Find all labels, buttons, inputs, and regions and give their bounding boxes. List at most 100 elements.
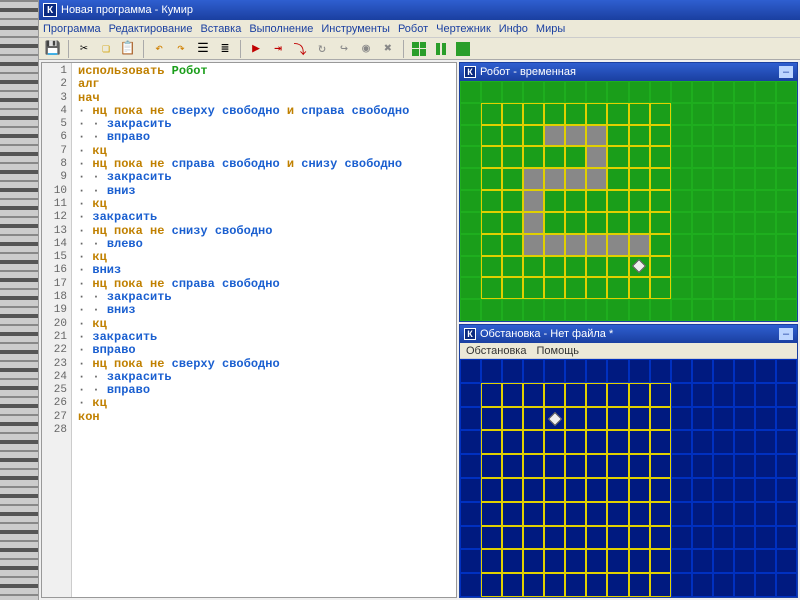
copy-button[interactable]: ❏ — [96, 39, 116, 59]
code-line[interactable]: · нц пока не сверху свободно — [78, 358, 452, 371]
menu-item-миры[interactable]: Миры — [536, 23, 565, 35]
grid-cell — [502, 125, 523, 147]
grid-cell — [692, 125, 713, 147]
grid-cell — [607, 146, 628, 168]
list2-button[interactable]: ≣ — [215, 39, 235, 59]
grid-cell — [734, 190, 755, 212]
grid-cell — [629, 125, 650, 147]
grid-cell — [776, 502, 797, 526]
menu-item-программа[interactable]: Программа — [43, 23, 101, 35]
grid-cell — [502, 359, 523, 383]
paste-button[interactable]: 📋 — [118, 39, 138, 59]
menu-item-чертежник[interactable]: Чертежник — [436, 23, 491, 35]
menu-item-выполнение[interactable]: Выполнение — [249, 23, 313, 35]
grid-cell — [776, 277, 797, 299]
menu-item-инфо[interactable]: Инфо — [499, 23, 528, 35]
grid-cell — [523, 168, 544, 190]
grid-cell — [692, 502, 713, 526]
fwd-button[interactable]: ↪ — [334, 39, 354, 59]
code-line[interactable]: · вправо — [78, 344, 452, 357]
code-line[interactable]: · кц — [78, 318, 452, 331]
code-line[interactable]: · · вправо — [78, 384, 452, 397]
list1-button[interactable]: ☰ — [193, 39, 213, 59]
grid-cell — [776, 383, 797, 407]
grid-cell — [776, 256, 797, 278]
menu-item-робот[interactable]: Робот — [398, 23, 428, 35]
code-line[interactable]: · кц — [78, 251, 452, 264]
menu-item-инструменты[interactable]: Инструменты — [321, 23, 390, 35]
grid-cell — [523, 212, 544, 234]
code-line[interactable]: · нц пока не снизу свободно — [78, 225, 452, 238]
code-line[interactable]: · нц пока не сверху свободно и справа св… — [78, 105, 452, 118]
grid-cell — [607, 526, 628, 550]
rec-button[interactable]: ◉ — [356, 39, 376, 59]
redo-button[interactable]: ↷ — [171, 39, 191, 59]
menu-item-редактирование[interactable]: Редактирование — [109, 23, 193, 35]
grid-cell — [481, 81, 502, 103]
code-area[interactable]: использовать Роботалгнач· нц пока не све… — [72, 63, 456, 597]
code-line[interactable] — [78, 424, 452, 437]
code-editor[interactable]: 1234567891011121314151617181920212223242… — [41, 62, 457, 598]
save-button[interactable]: 💾 — [43, 39, 63, 59]
env-menu-item[interactable]: Обстановка — [466, 345, 526, 357]
code-line[interactable]: · · вправо — [78, 131, 452, 144]
code-line[interactable]: · · закрасить — [78, 371, 452, 384]
code-line[interactable]: · закрасить — [78, 331, 452, 344]
step-over-button[interactable]: ⤵ — [290, 39, 310, 59]
code-line[interactable]: · · закрасить — [78, 291, 452, 304]
code-line[interactable]: · нц пока не справа свободно — [78, 278, 452, 291]
code-line[interactable]: использовать Робот — [78, 65, 452, 78]
grid-cell — [713, 146, 734, 168]
grid-cell — [460, 125, 481, 147]
env-field[interactable] — [460, 359, 797, 597]
grid-cell — [607, 81, 628, 103]
code-line[interactable]: нач — [78, 92, 452, 105]
grid-cell — [523, 478, 544, 502]
grid-cell — [692, 430, 713, 454]
grid-cell — [734, 125, 755, 147]
step-in-button[interactable]: ⇥ — [268, 39, 288, 59]
grid-cell — [460, 573, 481, 597]
grid-cell — [755, 573, 776, 597]
code-line[interactable]: · · вниз — [78, 304, 452, 317]
code-line[interactable]: кон — [78, 411, 452, 424]
run-button[interactable]: ▶ — [246, 39, 266, 59]
grid-cell — [629, 277, 650, 299]
app-icon: К — [43, 3, 57, 17]
code-line[interactable]: · закрасить — [78, 211, 452, 224]
stop-button[interactable]: ✖ — [378, 39, 398, 59]
menu-item-вставка[interactable]: Вставка — [200, 23, 241, 35]
grid-cell — [650, 526, 671, 550]
code-line[interactable]: · · влево — [78, 238, 452, 251]
grid1-button[interactable] — [409, 39, 429, 59]
code-line[interactable]: · кц — [78, 198, 452, 211]
code-line[interactable]: · · закрасить — [78, 171, 452, 184]
grid-cell — [671, 526, 692, 550]
cut-button[interactable]: ✂ — [74, 39, 94, 59]
titlebar: К Новая программа - Кумир — [39, 0, 800, 20]
grid-cell — [692, 277, 713, 299]
grid-cell — [629, 81, 650, 103]
env-menu-item[interactable]: Помощь — [536, 345, 579, 357]
loop-button[interactable]: ↻ — [312, 39, 332, 59]
grid-cell — [460, 526, 481, 550]
grid-cell — [650, 125, 671, 147]
code-line[interactable]: · · закрасить — [78, 118, 452, 131]
robot-panel-title: К Робот - временная – — [460, 63, 797, 81]
code-line[interactable]: · нц пока не справа свободно и снизу сво… — [78, 158, 452, 171]
grid3-button[interactable] — [453, 39, 473, 59]
undo-button[interactable]: ↶ — [149, 39, 169, 59]
grid-cell — [607, 125, 628, 147]
grid2-button[interactable] — [431, 39, 451, 59]
robot-field[interactable] — [460, 81, 797, 321]
grid-cell — [671, 549, 692, 573]
grid-cell — [650, 502, 671, 526]
code-line[interactable]: · кц — [78, 397, 452, 410]
grid-cell — [755, 234, 776, 256]
minimize-button[interactable]: – — [779, 66, 793, 78]
content-area: 1234567891011121314151617181920212223242… — [39, 60, 800, 600]
code-line[interactable]: алг — [78, 78, 452, 91]
code-line[interactable]: · · вниз — [78, 185, 452, 198]
minimize-button[interactable]: – — [779, 328, 793, 340]
code-line[interactable]: · вниз — [78, 264, 452, 277]
